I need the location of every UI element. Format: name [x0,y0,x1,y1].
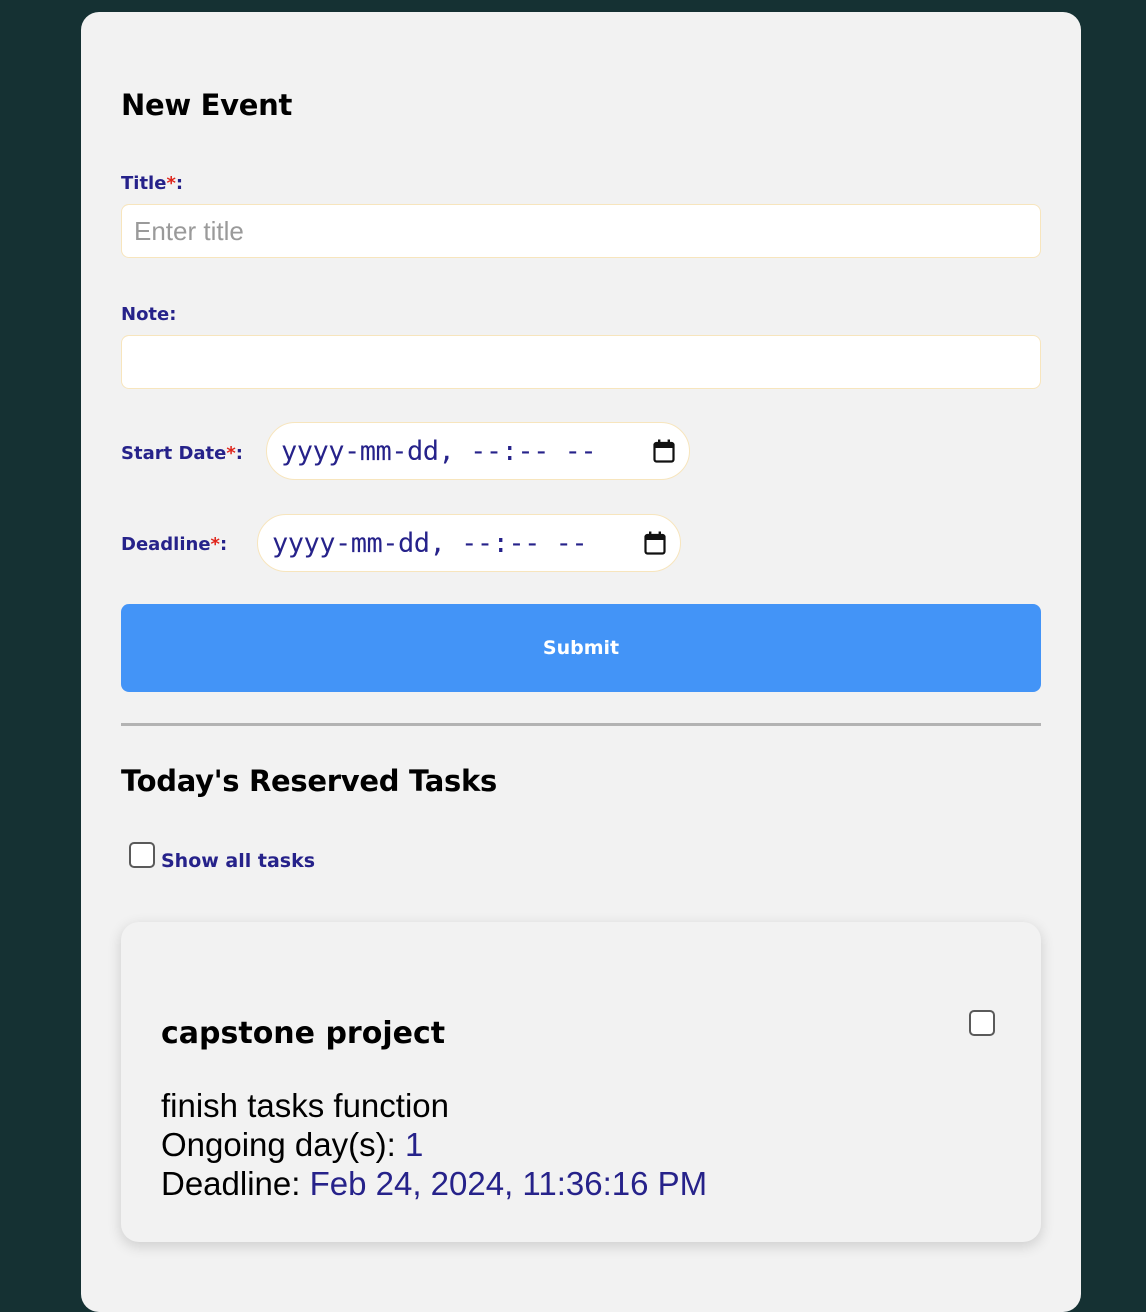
task-deadline: Deadline: Feb 24, 2024, 11:36:16 PM [161,1164,707,1203]
calendar-icon[interactable] [644,531,666,555]
deadline-input[interactable]: yyyy-mm-dd, --:-- -- [257,514,681,572]
show-all-tasks-checkbox[interactable] [129,842,155,868]
label-colon: : [175,173,184,194]
task-ongoing-label: Ongoing day(s): [161,1126,405,1163]
task-title: capstone project [161,1016,446,1051]
task-ongoing: Ongoing day(s): 1 [161,1125,707,1164]
start-date-label: Start Date*: [121,443,243,464]
start-date-value: yyyy-mm-dd, --:-- -- [281,435,597,467]
task-details: finish tasks function Ongoing day(s): 1 … [161,1086,707,1203]
start-date-input[interactable]: yyyy-mm-dd, --:-- -- [266,422,690,480]
start-date-label-text: Start Date [121,443,227,464]
task-note: finish tasks function [161,1087,449,1124]
note-input[interactable] [121,335,1041,389]
task-complete-checkbox[interactable] [969,1010,995,1036]
required-mark: * [166,173,176,194]
title-label: Title*: [121,173,183,194]
required-mark: * [226,443,236,464]
label-colon: : [235,443,243,464]
task-card: capstone project finish tasks function O… [121,922,1041,1242]
show-all-tasks-label[interactable]: Show all tasks [161,850,315,872]
deadline-label-text: Deadline [121,534,211,555]
deadline-label: Deadline*: [121,534,227,555]
submit-button[interactable]: Submit [121,604,1041,692]
label-colon: : [219,534,228,555]
task-ongoing-value: 1 [404,1126,424,1163]
task-deadline-value: Feb 24, 2024, 11:36:16 PM [309,1165,708,1202]
required-mark: * [210,534,220,555]
task-deadline-label: Deadline: [161,1165,310,1202]
tasks-section-title: Today's Reserved Tasks [121,764,497,798]
calendar-icon[interactable] [653,439,675,463]
divider [121,723,1041,726]
event-panel: New Event Title*: Note: Start Date*: yyy… [81,12,1081,1312]
page-title: New Event [121,88,293,122]
note-label: Note: [121,304,177,325]
title-label-text: Title [121,173,167,194]
deadline-value: yyyy-mm-dd, --:-- -- [272,527,588,559]
title-input[interactable] [121,204,1041,258]
